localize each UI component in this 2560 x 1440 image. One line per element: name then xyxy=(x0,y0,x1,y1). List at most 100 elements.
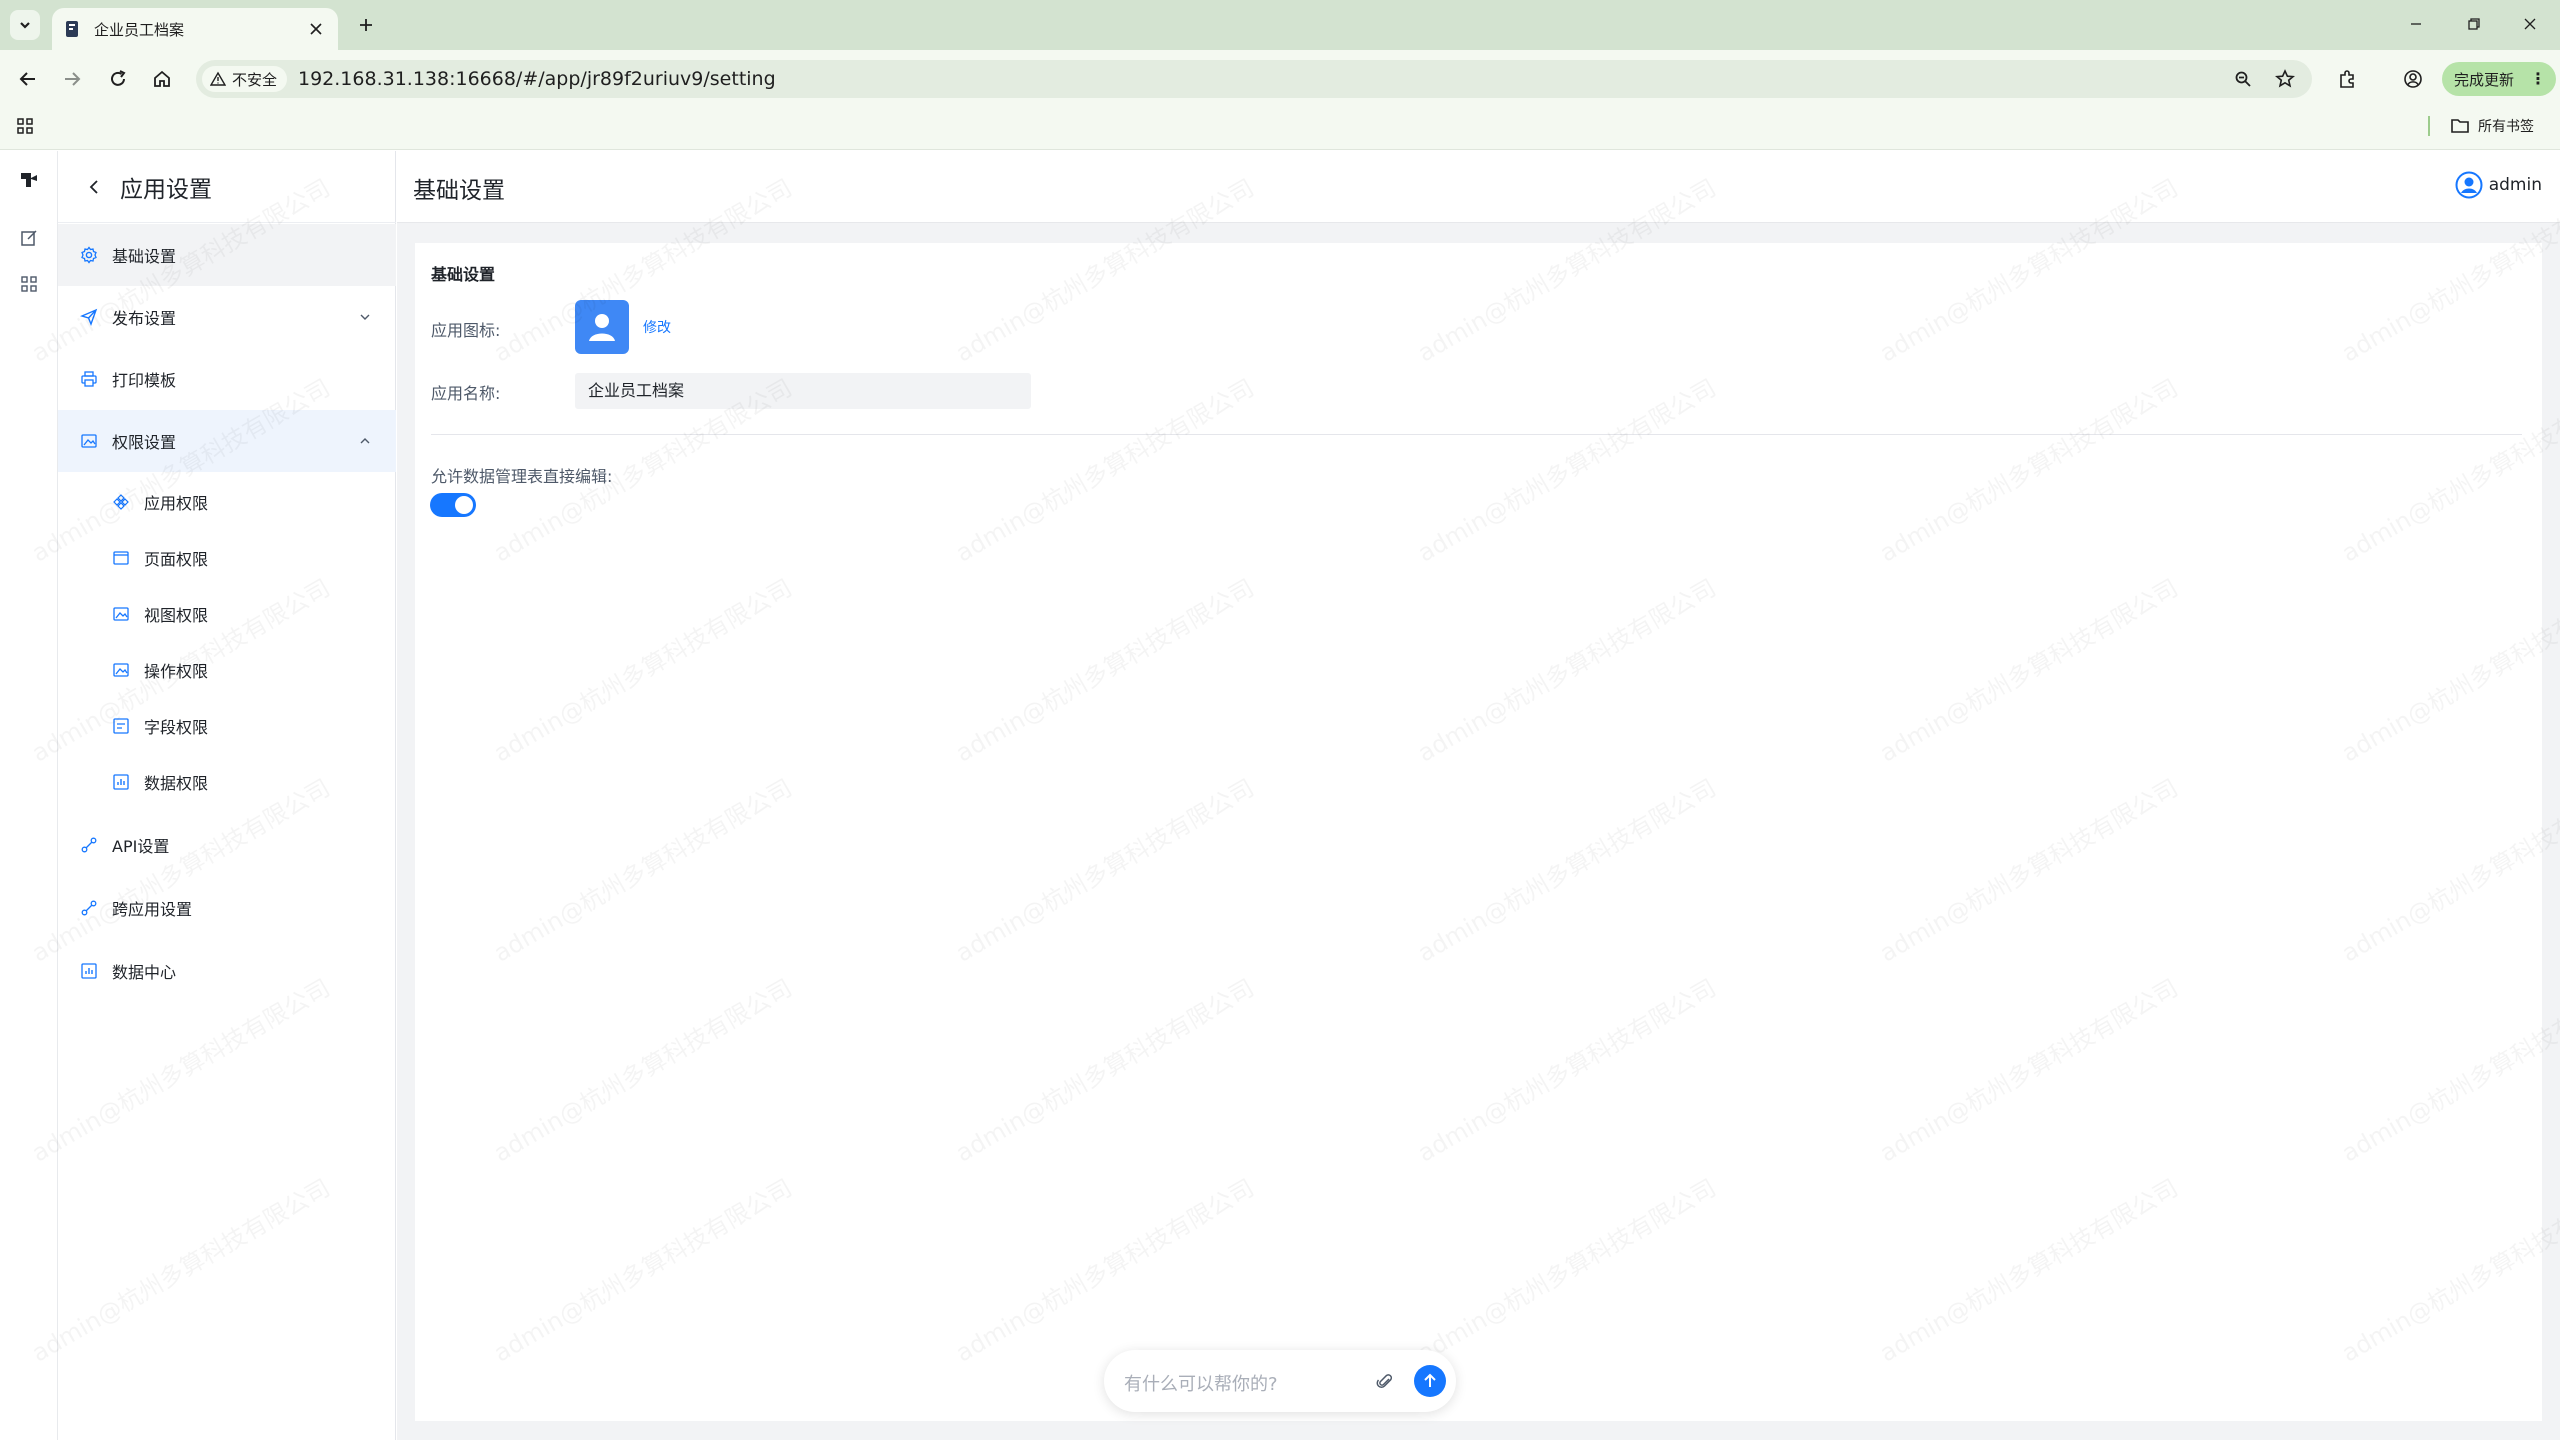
logo-icon[interactable] xyxy=(14,165,44,195)
sidebar-subitem-label: 数据权限 xyxy=(144,774,209,793)
sidebar-header: 应用设置 xyxy=(58,151,396,223)
person-icon xyxy=(589,314,615,341)
sidebar-subitem-field-permission[interactable]: 字段权限 xyxy=(58,699,396,753)
sidebar-item-label: 打印模板 xyxy=(112,371,177,390)
sidebar-item-data-center[interactable]: 数据中心 xyxy=(58,940,396,1002)
tab-search-button[interactable] xyxy=(10,10,40,40)
zoom-button[interactable] xyxy=(2228,64,2258,94)
sidebar-subitem-label: 字段权限 xyxy=(144,718,209,737)
chat-input[interactable]: 有什么可以帮你的? xyxy=(1124,1370,1278,1396)
sidebar-subitem-app-permission[interactable]: 应用权限 xyxy=(58,475,396,529)
chevron-up-icon xyxy=(356,432,374,450)
app-rail xyxy=(0,151,58,1440)
printer-icon xyxy=(78,368,100,390)
app-name-label: 应用名称: xyxy=(431,384,501,403)
sidebar-item-label: 权限设置 xyxy=(112,433,177,452)
reload-icon xyxy=(111,70,126,86)
tab-close-icon[interactable] xyxy=(306,19,326,39)
reload-button[interactable] xyxy=(102,63,134,95)
sidebar-subitem-view-permission[interactable]: 视图权限 xyxy=(58,587,396,641)
sidebar-subitem-operation-permission[interactable]: 操作权限 xyxy=(58,643,396,697)
sidebar-subitem-label: 视图权限 xyxy=(144,606,209,625)
warning-icon xyxy=(210,71,226,86)
new-tab-button[interactable] xyxy=(352,11,380,39)
app-name-input[interactable]: 企业员工档案 xyxy=(575,373,1031,409)
send-button[interactable] xyxy=(1414,1365,1446,1397)
back-button[interactable] xyxy=(12,63,44,95)
home-button[interactable] xyxy=(146,63,178,95)
insecure-label: 不安全 xyxy=(232,70,278,89)
update-label: 完成更新 xyxy=(2454,70,2515,89)
apps-grid-button[interactable] xyxy=(12,113,38,139)
gear-icon xyxy=(78,244,100,266)
arrow-up-icon xyxy=(1424,1373,1436,1387)
sidebar-subitem-page-permission[interactable]: 页面权限 xyxy=(58,531,396,585)
browser-tab-strip xyxy=(0,0,2560,50)
sidebar-subitem-label: 页面权限 xyxy=(144,550,209,569)
allow-edit-toggle[interactable] xyxy=(430,493,476,517)
plus-icon xyxy=(360,19,372,31)
image-lock-icon xyxy=(78,430,100,452)
list-icon xyxy=(110,715,132,737)
paperclip-icon[interactable] xyxy=(1372,1368,1398,1394)
site-security-chip[interactable]: 不安全 xyxy=(202,66,288,92)
chevron-down-icon xyxy=(356,308,374,326)
arrow-left-icon xyxy=(19,72,35,86)
sidebar-item-print-template[interactable]: 打印模板 xyxy=(58,348,396,410)
browser-tab[interactable]: 企业员工档案 xyxy=(52,8,338,50)
url-text[interactable]: 192.168.31.138:16668/#/app/jr89f2uriuv9/… xyxy=(298,68,776,90)
profile-button[interactable] xyxy=(2398,64,2428,94)
puzzle-icon xyxy=(2340,70,2354,88)
sidebar-subitem-label: 应用权限 xyxy=(144,494,209,513)
image-icon xyxy=(110,603,132,625)
chevron-down-icon xyxy=(20,22,30,29)
sidebar-item-basic-settings[interactable]: 基础设置 xyxy=(58,224,396,286)
edit-icon[interactable] xyxy=(14,223,44,253)
sidebar-item-permission-settings[interactable]: 权限设置 xyxy=(58,410,396,472)
paper-plane-icon xyxy=(78,306,100,328)
folder-icon xyxy=(2451,119,2469,133)
restore-icon xyxy=(2468,18,2480,30)
minimize-button[interactable] xyxy=(2396,8,2436,40)
app-icon-preview[interactable] xyxy=(575,300,629,354)
zoom-icon xyxy=(2235,71,2251,87)
settings-card: 基础设置 应用图标: 修改 应用名称: 企业员工档案 允许数据管理表直接编辑: xyxy=(415,243,2542,1421)
extensions-button[interactable] xyxy=(2332,64,2362,94)
settings-sidebar: 应用设置 基础设置 发布设置 打印模板 权限设置 应用权限 页面权限 视图权限 … xyxy=(58,151,396,1440)
star-icon xyxy=(2275,69,2295,88)
chevron-left-icon xyxy=(89,179,98,194)
close-window-button[interactable] xyxy=(2510,8,2550,40)
forward-button[interactable] xyxy=(56,63,88,95)
user-menu[interactable]: admin xyxy=(2455,171,2542,199)
sidebar-item-api-settings[interactable]: API设置 xyxy=(58,814,396,876)
sidebar-subitem-label: 操作权限 xyxy=(144,662,209,681)
page-title: 基础设置 xyxy=(413,178,505,204)
image-icon xyxy=(110,659,132,681)
bookmark-star-button[interactable] xyxy=(2270,64,2300,94)
apps-icon[interactable] xyxy=(14,269,44,299)
update-button[interactable]: 完成更新 ⋮ xyxy=(2442,62,2556,96)
sidebar-item-label: API设置 xyxy=(112,837,170,856)
sidebar-title: 应用设置 xyxy=(120,176,212,203)
restore-button[interactable] xyxy=(2454,8,2494,40)
apps-grid-icon xyxy=(17,118,33,134)
sidebar-item-label: 基础设置 xyxy=(112,247,177,266)
sidebar-subitem-data-permission[interactable]: 数据权限 xyxy=(58,755,396,809)
all-bookmarks-button[interactable]: 所有书签 xyxy=(2450,114,2534,138)
allow-edit-label: 允许数据管理表直接编辑: xyxy=(431,467,613,486)
main-header: 基础设置 admin xyxy=(397,151,2560,223)
apps-icon xyxy=(110,491,132,513)
close-icon xyxy=(2524,18,2536,30)
modify-icon-link[interactable]: 修改 xyxy=(643,317,671,337)
data-chart-icon xyxy=(78,960,100,982)
main-content: 基础设置 admin 基础设置 应用图标: 修改 应用名称: 企业员工档案 允许… xyxy=(397,151,2560,1440)
tab-title: 企业员工档案 xyxy=(94,20,185,39)
user-name: admin xyxy=(2488,175,2542,195)
link-icon xyxy=(78,834,100,856)
sidebar-item-publish-settings[interactable]: 发布设置 xyxy=(58,286,396,348)
sidebar-item-label: 数据中心 xyxy=(112,963,177,982)
sidebar-item-cross-app-settings[interactable]: 跨应用设置 xyxy=(58,877,396,939)
all-bookmarks-label: 所有书签 xyxy=(2478,119,2534,135)
ai-chat-box[interactable]: 有什么可以帮你的? xyxy=(1104,1350,1456,1412)
page-icon xyxy=(110,547,132,569)
